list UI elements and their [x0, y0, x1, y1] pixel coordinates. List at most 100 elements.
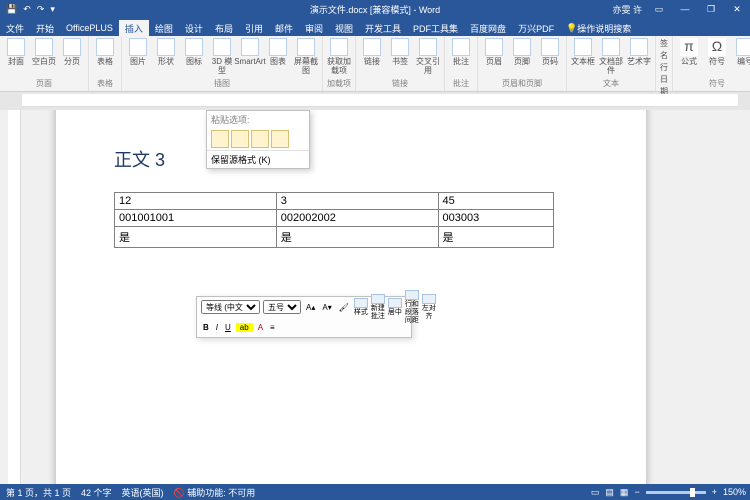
font-select[interactable]: 等线 (中文	[201, 300, 260, 314]
size-select[interactable]: 五号	[263, 300, 301, 314]
italic-button[interactable]: I	[214, 323, 220, 332]
tab-dev[interactable]: 开发工具	[359, 20, 407, 36]
cell[interactable]: 001001001	[115, 210, 277, 227]
alignleft-button[interactable]: 左对齐	[422, 294, 436, 321]
addins-button[interactable]: 获取加载项	[327, 38, 351, 75]
paste-text-icon[interactable]	[271, 130, 289, 148]
minimize-button[interactable]: —	[676, 2, 694, 16]
zoom-level[interactable]: 150%	[723, 487, 746, 497]
symbol-button[interactable]: Ω符号	[705, 38, 729, 66]
tab-review[interactable]: 审阅	[299, 20, 329, 36]
tab-draw[interactable]: 绘图	[149, 20, 179, 36]
quickparts-button[interactable]: 文档部件	[599, 38, 623, 75]
paste-options-popup[interactable]: 粘贴选项: 保留源格式 (K)	[206, 110, 310, 169]
save-icon[interactable]: 💾	[6, 4, 17, 15]
tab-pdf[interactable]: PDF工具集	[407, 20, 464, 36]
textbox-button[interactable]: 文本框	[571, 38, 595, 66]
page-break-button[interactable]: 分页	[60, 38, 84, 66]
grow-font-button[interactable]: A▴	[304, 303, 317, 312]
document-area[interactable]: 正文 3 12345 001001001002002002003003 是是是 …	[0, 110, 750, 484]
content-table[interactable]: 12345 001001001002002002003003 是是是	[114, 192, 554, 248]
bookmark-button[interactable]: 书签	[388, 38, 412, 66]
style-button[interactable]: 样式	[354, 298, 368, 317]
number-button[interactable]: 编号	[733, 38, 750, 66]
table-button[interactable]: 表格	[93, 38, 117, 66]
screenshot-button[interactable]: 屏幕截图	[294, 38, 318, 75]
crossref-button[interactable]: 交叉引用	[416, 38, 440, 75]
view-print-icon[interactable]: ▤	[605, 487, 614, 498]
group-addins: 获取加载项 加载项	[323, 36, 356, 91]
undo-icon[interactable]: ↶	[23, 4, 31, 15]
horizontal-ruler[interactable]	[22, 94, 738, 107]
tab-home[interactable]: 开始	[30, 20, 60, 36]
close-button[interactable]: ✕	[728, 2, 746, 16]
status-language[interactable]: 英语(英国)	[122, 486, 164, 499]
new-comment-button[interactable]: 新建批注	[371, 294, 385, 321]
zoom-in-button[interactable]: +	[712, 487, 717, 497]
tab-mail[interactable]: 邮件	[269, 20, 299, 36]
3dmodel-button[interactable]: 3D 模型	[210, 38, 234, 75]
icons-button[interactable]: 图标	[182, 38, 206, 66]
header-button[interactable]: 页眉	[482, 38, 506, 66]
redo-icon[interactable]: ↷	[37, 4, 45, 15]
picture-button[interactable]: 图片	[126, 38, 150, 66]
format-painter-icon[interactable]: 🖌	[337, 303, 351, 312]
linespacing-button[interactable]: 行和段落间距	[405, 290, 419, 325]
wordart-button[interactable]: 艺术字	[627, 38, 651, 66]
underline-button[interactable]: U	[223, 323, 233, 332]
cell[interactable]: 45	[438, 193, 553, 210]
tab-baidu[interactable]: 百度网盘	[464, 20, 512, 36]
center-button[interactable]: 居中	[388, 298, 402, 317]
bullets-button[interactable]: ≡	[268, 323, 277, 332]
paste-merge-icon[interactable]	[231, 130, 249, 148]
equation-button[interactable]: π公式	[677, 38, 701, 66]
qat-dropdown-icon[interactable]: ▾	[50, 4, 55, 15]
paste-picture-icon[interactable]	[251, 130, 269, 148]
maximize-button[interactable]: ❐	[702, 2, 720, 16]
tab-officeplus[interactable]: OfficePLUS	[60, 20, 119, 36]
cell[interactable]: 002002002	[276, 210, 438, 227]
ribbon-opts-icon[interactable]: ▭	[650, 2, 668, 16]
blank-page-button[interactable]: 空白页	[32, 38, 56, 66]
comment-button[interactable]: 批注	[449, 38, 473, 66]
cover-page-button[interactable]: 封面	[4, 38, 28, 66]
status-accessibility[interactable]: 🚫 辅助功能: 不可用	[174, 486, 256, 499]
signature-button[interactable]: 签名行	[660, 38, 668, 74]
tab-design[interactable]: 设计	[179, 20, 209, 36]
status-words[interactable]: 42 个字	[81, 486, 112, 499]
tab-file[interactable]: 文件	[0, 20, 30, 36]
highlight-button[interactable]: ab	[236, 323, 253, 332]
view-web-icon[interactable]: ▦	[620, 487, 629, 498]
paste-keep-source-icon[interactable]	[211, 130, 229, 148]
cell[interactable]: 是	[276, 227, 438, 248]
cell[interactable]: 是	[438, 227, 553, 248]
cell[interactable]: 12	[115, 193, 277, 210]
tab-insert[interactable]: 插入	[119, 20, 149, 36]
user-name[interactable]: 亦雯 许	[612, 3, 642, 16]
footer-button[interactable]: 页脚	[510, 38, 534, 66]
font-color-button[interactable]: A	[256, 323, 265, 332]
paste-keep-source-label[interactable]: 保留源格式 (K)	[207, 150, 309, 168]
heading[interactable]: 正文 3	[114, 146, 606, 172]
shrink-font-button[interactable]: A▾	[320, 303, 333, 312]
pagenum-button[interactable]: 页码	[538, 38, 562, 66]
tab-wxpdf[interactable]: 万兴PDF	[512, 20, 560, 36]
vertical-ruler[interactable]	[8, 110, 21, 484]
link-button[interactable]: 链接	[360, 38, 384, 66]
zoom-out-button[interactable]: −	[634, 487, 639, 497]
tab-references[interactable]: 引用	[239, 20, 269, 36]
view-read-icon[interactable]: ▭	[591, 487, 600, 498]
tell-me[interactable]: 💡 操作说明搜索	[560, 20, 637, 36]
chart-button[interactable]: 图表	[266, 38, 290, 66]
cell[interactable]: 3	[276, 193, 438, 210]
tab-layout[interactable]: 布局	[209, 20, 239, 36]
zoom-slider[interactable]	[646, 491, 706, 494]
status-page[interactable]: 第 1 页，共 1 页	[6, 486, 71, 499]
bold-button[interactable]: B	[201, 323, 211, 332]
tab-view[interactable]: 视图	[329, 20, 359, 36]
cell[interactable]: 003003	[438, 210, 553, 227]
shapes-button[interactable]: 形状	[154, 38, 178, 66]
mini-toolbar[interactable]: 等线 (中文 五号 A▴ A▾ 🖌 样式 新建批注 居中 行和段落间距 左对齐 …	[196, 296, 412, 338]
cell[interactable]: 是	[115, 227, 277, 248]
smartart-button[interactable]: SmartArt	[238, 38, 262, 66]
